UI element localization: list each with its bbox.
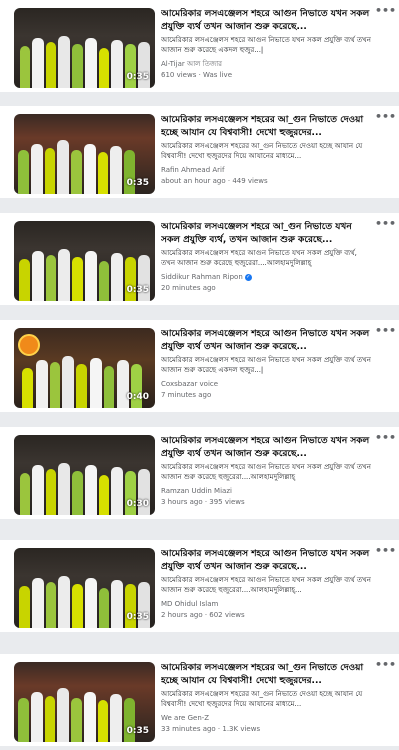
channel-name[interactable]: Coxsbazar voice [161,379,373,389]
more-horizontal-icon: ••• [375,431,397,444]
video-description: আমেরিকার লসএঞ্জেলস শহরে আগুন নিভাতে যখন … [161,36,371,54]
video-thumbnail[interactable]: 0:35 [14,662,155,742]
video-description: আমেরিকার লসএঞ্জেলস শহরে আগুন নিভাতে যখন … [161,576,371,594]
video-description: আমেরিকার লসএঞ্জেলস শহরের আ_গুন নিভাতে দে… [161,142,363,160]
more-options-button[interactable]: ••• [375,324,397,338]
video-duration: 0:35 [126,72,149,82]
video-duration: 0:35 [126,726,149,736]
channel-name[interactable]: Rafin Ahmead Arif [161,165,373,175]
video-meta: 610 views · Was live [161,71,233,79]
video-meta: about an hour ago · 449 views [161,177,268,185]
video-meta: 20 minutes ago [161,284,216,292]
more-horizontal-icon: ••• [375,110,397,123]
more-horizontal-icon: ••• [375,544,397,557]
video-description: আমেরিকার লসএঞ্জেলস শহরে আগুন নিভাতে যখন … [161,463,371,481]
video-title[interactable]: আমেরিকার লসএঞ্জেলস শহরে আগুন নিভাতে যখন … [161,548,373,574]
channel-name-text[interactable]: Siddikur Rahman Ripon [161,273,243,281]
video-thumbnail[interactable]: 0:35 [14,548,155,628]
result-card[interactable]: 0:35 আমেরিকার লসএঞ্জেলস শহরের আ_গুন নিভা… [0,654,399,746]
channel-name[interactable]: Al-Tijar আল তিজার [161,59,373,69]
result-card[interactable]: 0:35 আমেরিকার লসএঞ্জেলস শহরে আগুন নিভাতে… [0,0,399,92]
more-options-button[interactable]: ••• [375,544,397,558]
video-duration: 0:35 [126,285,149,295]
video-thumbnail[interactable]: 0:40 [14,328,155,408]
video-thumbnail[interactable]: 0:35 [14,8,155,88]
video-duration: 0:30 [126,499,149,509]
video-description: আমেরিকার লসএঞ্জেলস শহরে আগুন নিভাতে যখন … [161,356,371,374]
video-description: আমেরিকার লসএঞ্জেলস শহরের আ_গুন নিভাতে দে… [161,690,363,708]
result-card[interactable]: 0:35 আমেরিকার লসএঞ্জেলস শহরে আগুন নিভাতে… [0,540,399,632]
result-card[interactable]: 0:40 আমেরিকার লসএঞ্জেলস শহরে আগুন নিভাতে… [0,320,399,412]
result-card[interactable]: 0:35 আমেরিকার লসএঞ্জেলস শহরের আ_গুন নিভা… [0,106,399,198]
video-duration: 0:35 [126,178,149,188]
video-duration: 0:40 [126,392,149,402]
more-options-button[interactable]: ••• [375,658,397,672]
verified-badge-icon: ✓ [244,273,252,281]
channel-name[interactable]: We are Gen-Z [161,713,373,723]
video-meta: 7 minutes ago [161,391,212,399]
video-meta: 2 hours ago · 602 views [161,611,245,619]
video-title[interactable]: আমেরিকার লসএঞ্জেলস শহরে আগুন নিভাতে যখন … [161,328,373,354]
more-options-button[interactable]: ••• [375,431,397,445]
video-title[interactable]: আমেরিকার লসএঞ্জেলস শহরের আ_গুন নিভাতে দে… [161,114,373,140]
more-options-button[interactable]: ••• [375,4,397,18]
video-thumbnail[interactable]: 0:35 [14,221,155,301]
video-thumbnail[interactable]: 0:35 [14,114,155,194]
video-meta: 3 hours ago · 395 views [161,498,245,506]
video-search-results: 0:35 আমেরিকার লসএঞ্জেলস শহরে আগুন নিভাতে… [0,0,399,750]
result-card[interactable]: 0:35 আমেরিকার লসএঞ্জেলস শহরে আ_গুন নিভাত… [0,213,399,305]
more-horizontal-icon: ••• [375,4,397,17]
more-horizontal-icon: ••• [375,217,397,230]
more-options-button[interactable]: ••• [375,217,397,231]
channel-name[interactable]: Ramzan Uddin Miazi [161,486,373,496]
channel-name-text[interactable]: MD Ohidul Islam [161,600,218,608]
channel-name-text[interactable]: We are Gen-Z [161,714,209,722]
channel-logo-icon [18,334,40,356]
video-duration: 0:35 [126,612,149,622]
video-thumbnail[interactable]: 0:30 [14,435,155,515]
video-title[interactable]: আমেরিকার লসএঞ্জেলস শহরে আগুন নিভাতে যখন … [161,8,373,34]
more-horizontal-icon: ••• [375,324,397,337]
channel-name[interactable]: MD Ohidul Islam [161,599,373,609]
result-card[interactable]: 0:30 আমেরিকার লসএঞ্জেলস শহরে আগুন নিভাতে… [0,427,399,519]
video-title[interactable]: আমেরিকার লসএঞ্জেলস শহরের আ_গুন নিভাতে দে… [161,662,373,688]
video-meta: 33 minutes ago · 1.3K views [161,725,261,733]
more-options-button[interactable]: ••• [375,110,397,124]
channel-name[interactable]: Siddikur Rahman Ripon ✓ [161,272,373,282]
channel-name-text[interactable]: Rafin Ahmead Arif [161,166,224,174]
video-title[interactable]: আমেরিকার লসএঞ্জেলস শহরে আগুন নিভাতে যখন … [161,435,373,461]
channel-name-text[interactable]: Ramzan Uddin Miazi [161,487,232,495]
video-description: আমেরিকার লসএঞ্জেলস শহরে আগুন নিভাতে যখন … [161,249,357,267]
channel-name-text[interactable]: Al-Tijar আল তিজার [161,60,222,68]
more-horizontal-icon: ••• [375,658,397,671]
channel-name-text[interactable]: Coxsbazar voice [161,380,218,388]
video-title[interactable]: আমেরিকার লসএঞ্জেলস শহরে আ_গুন নিভাতে যখন… [161,221,373,247]
